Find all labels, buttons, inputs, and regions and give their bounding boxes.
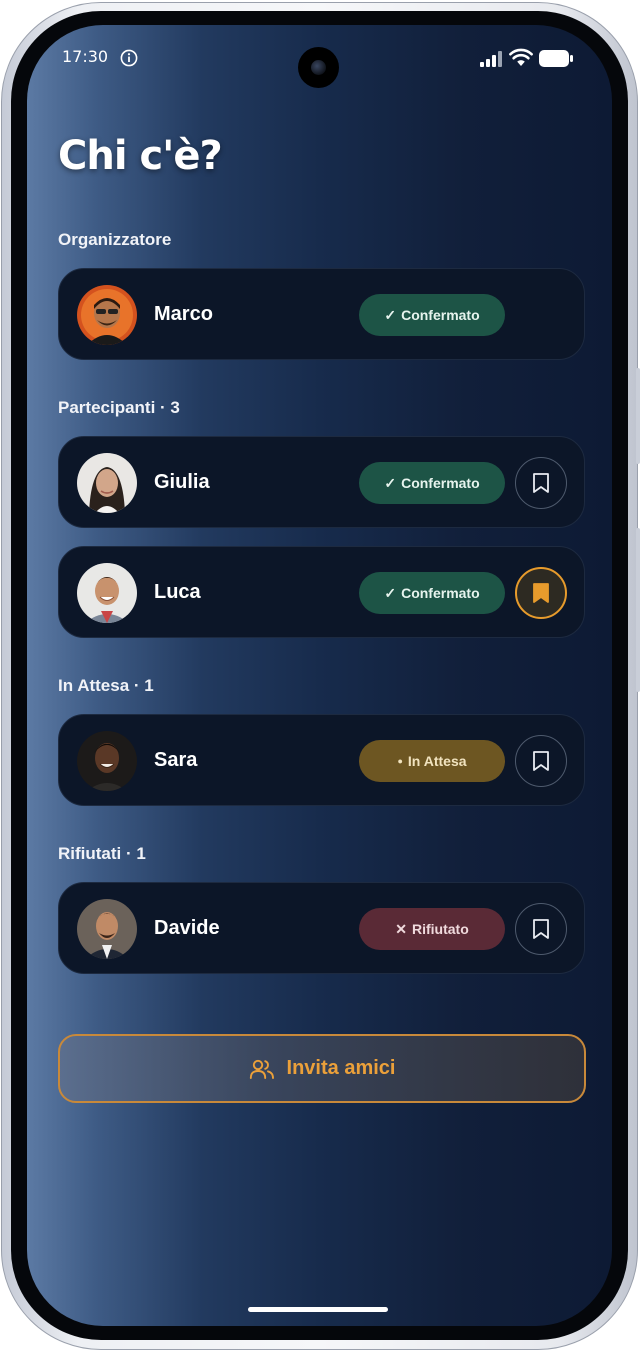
page-title: Chi c'è?	[58, 133, 223, 179]
front-camera	[298, 47, 339, 88]
bookmark-filled-icon	[533, 583, 549, 603]
bookmark-button[interactable]	[515, 735, 567, 787]
battery-icon	[539, 50, 573, 67]
check-icon: ✓	[384, 584, 397, 601]
person-name: Giulia	[154, 471, 210, 493]
status-badge-label: Rifiutato	[411, 921, 469, 937]
person-name: Sara	[154, 749, 198, 771]
status-badge-label: In Attesa	[407, 753, 467, 769]
status-badge: ● In Attesa	[359, 740, 505, 782]
power-button	[636, 528, 640, 692]
bookmark-button[interactable]	[515, 457, 567, 509]
status-badge: ✓ Confermato	[359, 294, 505, 336]
status-time: 17:30	[62, 47, 109, 66]
bookmark-icon	[533, 473, 549, 493]
home-indicator[interactable]	[248, 1307, 388, 1312]
person-name: Luca	[154, 581, 201, 603]
status-badge-label: Confermato	[401, 475, 480, 491]
avatar-luca	[77, 563, 137, 623]
invite-friends-label: Invita amici	[286, 1057, 396, 1079]
status-badge: ✓ Confermato	[359, 572, 505, 614]
bookmark-icon	[533, 919, 549, 939]
section-label-declined: Rifiutati · 1	[58, 844, 146, 863]
bookmark-icon	[533, 751, 549, 771]
section-label-participants: Partecipanti · 3	[58, 398, 180, 417]
status-badge: ✓ Confermato	[359, 462, 505, 504]
avatar-marco	[77, 285, 137, 345]
check-icon: ✓	[384, 306, 397, 323]
invite-friends-button[interactable]: Invita amici	[58, 1034, 586, 1103]
bookmark-button[interactable]	[515, 903, 567, 955]
section-label-pending: In Attesa · 1	[58, 676, 154, 695]
dot-icon: ●	[397, 756, 403, 766]
person-card-davide[interactable]: Davide ✕ Rifiutato	[58, 882, 585, 974]
status-badge-label: Confermato	[401, 585, 480, 601]
signal-icon	[480, 51, 502, 67]
person-card-marco[interactable]: Marco ✓ Confermato	[58, 268, 585, 360]
person-name: Marco	[154, 303, 213, 325]
x-icon: ✕	[395, 920, 407, 937]
status-badge: ✕ Rifiutato	[359, 908, 505, 950]
section-label-organizer: Organizzatore	[58, 230, 172, 249]
person-card-giulia[interactable]: Giulia ✓ Confermato	[58, 436, 585, 528]
users-icon	[249, 1059, 274, 1079]
avatar-giulia	[77, 453, 137, 513]
avatar-sara	[77, 731, 137, 791]
person-card-sara[interactable]: Sara ● In Attesa	[58, 714, 585, 806]
status-bar: 17:30	[27, 25, 612, 91]
bookmark-button-active[interactable]	[515, 567, 567, 619]
status-badge-label: Confermato	[401, 307, 480, 323]
avatar-davide	[77, 899, 137, 959]
person-card-luca[interactable]: Luca ✓ Confermato	[58, 546, 585, 638]
person-name: Davide	[154, 917, 220, 939]
info-icon	[120, 49, 138, 67]
check-icon: ✓	[384, 474, 397, 491]
wifi-icon	[509, 48, 533, 66]
screen: 17:30 Chi c'è? Organizzatore Marco ✓ Con…	[27, 25, 612, 1326]
volume-up-button	[636, 368, 640, 464]
